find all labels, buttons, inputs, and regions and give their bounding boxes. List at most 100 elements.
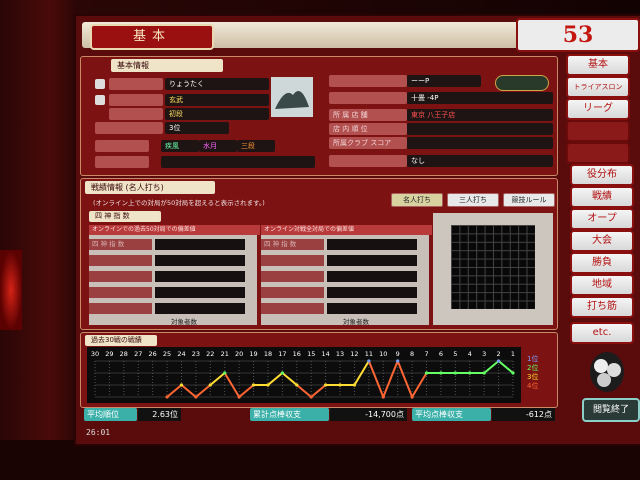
left-row-label-3 <box>89 271 152 282</box>
rank-icon <box>95 95 105 105</box>
chart-panel: 過去30戦の戦績 30 29 28 27 26 25 24 23 22 21 20 19 18 17 16 1… <box>80 332 558 408</box>
menu-league[interactable]: リーグ <box>566 98 630 120</box>
radar-frame <box>433 213 553 325</box>
data-point <box>251 383 256 387</box>
record-title-text: 戦績情報 <box>91 183 123 192</box>
right-row-value-1 <box>327 239 417 250</box>
page-title: 基本 <box>90 24 214 50</box>
data-point <box>424 371 429 375</box>
menu-blank-1 <box>566 120 630 142</box>
rank-chart: 30 29 28 27 26 25 24 23 22 21 20 19 18 17 16 15 14 13 12 11… <box>87 347 521 403</box>
data-point <box>496 359 501 363</box>
legend-3: 3位 <box>527 373 539 381</box>
left-row-label-5 <box>89 303 152 314</box>
extra-label <box>95 156 149 168</box>
basic-info-title: 基本情報 <box>111 59 223 72</box>
right-row-label-4 <box>261 287 324 298</box>
x-tick-label: 6 <box>439 350 443 358</box>
left-row-label-1: 四 神 指 数 <box>89 239 152 250</box>
basic-info-panel: 基本情報 りょうたく 玄武 初段 3位 疾風 水月 三段 ーーP 十畳 -4P … <box>80 56 558 176</box>
menu-match[interactable]: 勝負 <box>570 252 634 274</box>
avg-points-value: -612点 <box>492 408 555 421</box>
x-tick-label: 9 <box>396 350 400 358</box>
right-row-label-3 <box>261 271 324 282</box>
menu-basic[interactable]: 基本 <box>566 54 630 76</box>
right-row-value-4 <box>327 287 417 298</box>
x-tick-label: 22 <box>206 350 214 358</box>
player-name: りょうたく <box>165 78 269 90</box>
data-point <box>237 395 241 399</box>
menu-yaku[interactable]: 役分布 <box>570 164 634 186</box>
x-tick-label: 18 <box>264 350 272 358</box>
menu-style[interactable]: 打ち筋 <box>570 296 634 318</box>
x-tick-label: 13 <box>336 350 344 358</box>
total-points-label: 累計点棒収支 <box>250 408 329 421</box>
name-icon <box>95 79 105 89</box>
data-point <box>468 371 472 375</box>
menu-triathlon[interactable]: トライアスロン <box>566 76 630 98</box>
tab-kyougi[interactable]: 競技ルール <box>503 193 555 207</box>
data-point <box>295 383 299 387</box>
ranking-label <box>95 122 163 134</box>
left-row-value-5 <box>155 303 245 314</box>
right-footer-label: 対象者数 <box>343 318 369 326</box>
record-panel: 戦績情報 (名人打ち) (オンライン上での対局が50対局を超えると表示されます。… <box>80 178 558 330</box>
menu-etc[interactable]: etc. <box>570 322 634 344</box>
badge-1: 疾風 <box>161 140 199 152</box>
x-tick-label: 23 <box>192 350 200 358</box>
menu-open[interactable]: オープ <box>570 208 634 230</box>
left-row-value-4 <box>155 287 245 298</box>
emblem-icon <box>495 75 549 91</box>
x-tick-label: 11 <box>365 350 373 358</box>
dan-label <box>109 108 163 120</box>
avg-rank-label: 平均順位 <box>84 408 137 421</box>
menu-region[interactable]: 地域 <box>570 274 634 296</box>
right-label-4: 店 内 順 位 <box>329 123 407 135</box>
cabinet-light <box>0 250 22 330</box>
rank-label <box>109 94 163 106</box>
x-tick-label: 19 <box>249 350 257 358</box>
right-label-5: 所属クラブ スコア <box>329 137 407 149</box>
right-label-2 <box>329 92 407 104</box>
right-row-label-2 <box>261 255 324 266</box>
record-title-sub: (名人打ち) <box>125 183 164 192</box>
right-value-4 <box>407 123 553 135</box>
x-tick-label: 10 <box>379 350 387 358</box>
menu-tournament[interactable]: 大会 <box>570 230 634 252</box>
data-point <box>179 383 184 387</box>
right-row-value-3 <box>327 271 417 282</box>
name-label <box>109 78 163 90</box>
x-tick-label: 20 <box>235 350 243 358</box>
x-tick-label: 29 <box>105 350 113 358</box>
data-point <box>453 371 457 375</box>
left-row-value-2 <box>155 255 245 266</box>
data-point <box>410 395 414 399</box>
x-tick-label: 3 <box>482 350 486 358</box>
data-point <box>165 395 169 399</box>
x-tick-label: 27 <box>134 350 142 358</box>
tab-meijin[interactable]: 名人打ち <box>391 193 443 207</box>
right-table: オンライン対戦全対局での偏差値 四 神 指 数 対象者数 <box>261 225 432 326</box>
x-tick-label: 26 <box>149 350 157 358</box>
menu-record[interactable]: 戦績 <box>570 186 634 208</box>
data-point <box>194 395 198 399</box>
data-point <box>309 395 313 399</box>
right-row-value-2 <box>327 255 417 266</box>
right-value-6: なし <box>407 155 553 167</box>
avatar <box>271 77 313 117</box>
tab-sannin[interactable]: 三人打ち <box>447 193 499 207</box>
data-point <box>338 383 342 387</box>
left-table-caption: オンラインでの過去50対局での偏差値 <box>89 225 260 235</box>
x-tick-label: 2 <box>497 350 501 358</box>
data-point <box>367 359 371 363</box>
clock: 26:01 <box>86 428 111 437</box>
ranking-value: 3位 <box>165 122 229 134</box>
avg-rank-value: 2.63位 <box>138 408 181 421</box>
close-view-button[interactable]: 閲覧終了 <box>582 398 640 422</box>
record-title: 戦績情報 (名人打ち) <box>85 181 215 194</box>
x-tick-label: 5 <box>453 350 457 358</box>
legend-4: 4位 <box>527 382 539 390</box>
legend-1: 1位 <box>527 355 539 363</box>
avg-points-label: 平均点棒収支 <box>412 408 491 421</box>
left-footer-label: 対象者数 <box>171 318 197 326</box>
